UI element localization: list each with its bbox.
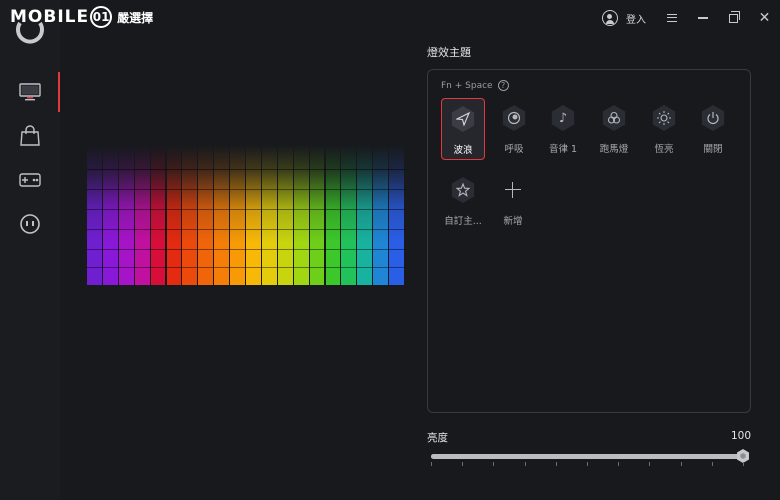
keyboard-preview [87,145,405,285]
effect-label: 跑馬燈 [599,144,629,155]
effect-off[interactable]: 關閉 [691,98,735,160]
breath-icon [502,105,526,131]
effect-label: 新增 [503,216,523,227]
effect-label: 波浪 [453,145,473,156]
keyboard-key-column [373,145,389,285]
title-bar-controls: 登入 ✕ [602,6,780,30]
effect-add[interactable]: 新增 [491,170,535,232]
slider-tick [524,462,526,466]
keyboard-row-divider [87,209,405,210]
custom-star-icon [451,177,475,203]
keyboard-key-column [261,145,277,285]
logo-subtitle: 嚴選擇 [117,10,154,25]
menu-button[interactable] [656,6,687,30]
slider-fill [431,454,743,459]
gamepad-icon [19,173,41,187]
keyboard-key-column [102,145,118,285]
keyboard-key-column [182,145,198,285]
slider-tick [431,462,432,466]
keyboard-row-divider [87,229,405,230]
minimize-button[interactable] [687,6,718,30]
plus-icon [500,177,526,203]
maximize-button[interactable] [718,6,749,30]
slider-knob[interactable] [736,449,750,463]
section-title: 燈效主題 [427,46,471,59]
help-icon[interactable]: ? [497,80,509,91]
slider-tick [493,462,495,466]
slider-tick [711,462,713,466]
app-logo: MOBILE 01 嚴選擇 [10,6,154,28]
keyboard-key-column [389,145,404,285]
close-button[interactable]: ✕ [749,6,780,30]
brightness-label: 亮度 [427,432,448,444]
monitor-icon [19,83,41,101]
keyboard-key-column [357,145,373,285]
login-button[interactable]: 登入 [626,11,646,26]
brightness-slider[interactable] [431,449,750,466]
keyboard-row-divider [87,189,405,190]
brightness-value: 100 [730,430,751,442]
keyboard-row-divider [87,249,405,250]
keyboard-key-column [118,145,134,285]
slider-tick [587,462,588,466]
minimize-icon [697,17,708,19]
shortcut-hint-text: Fn + Space [441,80,493,91]
sidebar-item-store[interactable] [0,114,60,158]
sidebar-item-mascot[interactable] [0,202,60,246]
slider-tick [743,462,744,466]
keyboard-row-divider [87,169,405,170]
keyboard-key-column [341,145,357,285]
hamburger-menu-icon [666,14,677,22]
slider-tick [555,462,557,466]
keyboard-key-column [198,145,214,285]
keyboard-key-column [150,145,166,285]
slider-tick [680,462,682,466]
music-note-icon: ♪ [551,105,575,131]
sidebar [0,0,60,500]
keyboard-key-column [309,145,325,285]
sidebar-item-monitor[interactable] [0,70,60,114]
slider-tick [618,462,620,466]
effect-label: 關閉 [703,144,723,155]
send-icon [451,106,475,132]
keyboard-key-column [134,145,150,285]
keyboard-key-column [230,145,245,285]
power-icon [701,105,725,131]
slider-tick [649,462,651,466]
slider-tick [462,462,464,466]
keyboard-key-column [166,145,182,285]
effect-wave[interactable]: 波浪 [441,98,485,160]
effect-custom[interactable]: 自訂主... [441,170,485,232]
keyboard-key-column [246,145,261,285]
effect-label: 音律 1 [548,144,578,155]
shopping-bag-icon [20,125,40,146]
effect-label: 自訂主... [444,216,482,227]
close-icon: ✕ [758,10,771,26]
app-window: MOBILE 01 嚴選擇 登入 ✕ 燈效主題 Fn + Space ? 波浪 呼吸… [0,0,780,500]
sidebar-item-games[interactable] [0,158,60,202]
keyboard-key-column [325,145,341,285]
sun-icon [652,105,676,131]
keyboard-key-column [214,145,230,285]
keyboard-row-divider [87,267,405,268]
effect-breath[interactable]: 呼吸 [492,98,536,160]
keyboard-key-column [277,145,293,285]
shortcut-hint: Fn + Space ? [441,80,509,91]
keyboard-key-column [87,145,102,285]
effect-label: 呼吸 [504,144,524,155]
mascot-icon [20,214,40,234]
title-bar: MOBILE 01 嚴選擇 登入 ✕ [0,0,780,36]
effect-label: 恆亮 [654,144,674,155]
effect-static[interactable]: 恆亮 [642,98,686,160]
effect-marquee[interactable]: 跑馬燈 [592,98,636,160]
restore-icon [729,10,740,23]
user-icon[interactable] [602,10,618,26]
effect-rhythm[interactable]: ♪ 音律 1 [541,98,585,160]
marquee-icon [602,105,626,131]
keyboard-key-column [293,145,309,285]
